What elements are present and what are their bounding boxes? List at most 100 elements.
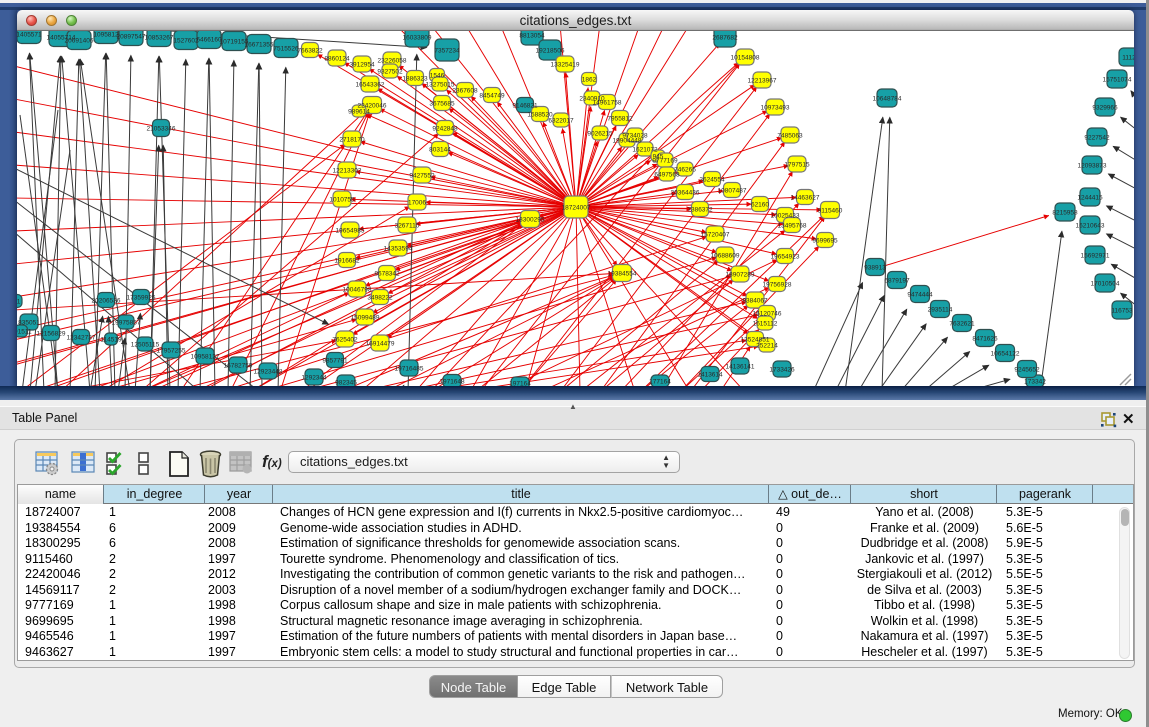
svg-text:9327502: 9327502 bbox=[377, 69, 403, 76]
svg-text:252214: 252214 bbox=[756, 343, 778, 350]
svg-text:7632621: 7632621 bbox=[949, 321, 975, 328]
svg-text:116753: 116753 bbox=[1111, 308, 1133, 315]
svg-text:19654923: 19654923 bbox=[771, 254, 800, 261]
svg-text:10807487: 10807487 bbox=[718, 188, 747, 195]
svg-text:1621072: 1621072 bbox=[632, 147, 658, 154]
svg-text:1916682: 1916682 bbox=[334, 258, 360, 265]
svg-text:114519: 114519 bbox=[100, 337, 122, 344]
svg-text:10958127: 10958127 bbox=[191, 354, 220, 361]
svg-text:331: 331 bbox=[17, 299, 21, 306]
svg-text:9242848: 9242848 bbox=[432, 126, 458, 133]
svg-text:16914479: 16914479 bbox=[366, 341, 395, 348]
svg-text:3624554: 3624554 bbox=[699, 177, 725, 184]
svg-text:7357234: 7357234 bbox=[434, 48, 460, 55]
svg-text:13495768: 13495768 bbox=[778, 223, 807, 230]
svg-text:7386372: 7386372 bbox=[687, 207, 713, 214]
svg-text:1797515: 1797515 bbox=[784, 162, 810, 169]
svg-text:19218506: 19218506 bbox=[536, 48, 565, 55]
svg-text:19716485: 19716485 bbox=[395, 366, 424, 373]
svg-text:13325419: 13325419 bbox=[551, 62, 580, 69]
svg-text:1244415: 1244415 bbox=[1077, 195, 1103, 202]
svg-text:20897547: 20897547 bbox=[117, 34, 146, 41]
svg-text:938913: 938913 bbox=[864, 265, 886, 272]
svg-text:12093873: 12093873 bbox=[1078, 163, 1107, 170]
svg-text:19756928: 19756928 bbox=[763, 282, 792, 289]
svg-text:9146821: 9146821 bbox=[512, 103, 538, 110]
svg-text:16033809: 16033809 bbox=[403, 35, 432, 42]
svg-text:1546: 1546 bbox=[430, 73, 445, 80]
svg-text:10046798: 10046798 bbox=[343, 287, 372, 294]
svg-text:10154808: 10154808 bbox=[731, 55, 760, 62]
svg-text:9427552: 9427552 bbox=[409, 173, 435, 180]
svg-text:1615112: 1615112 bbox=[753, 321, 778, 328]
svg-text:16120746: 16120746 bbox=[753, 311, 782, 318]
svg-text:20691406: 20691406 bbox=[65, 38, 94, 45]
svg-text:19654985: 19654985 bbox=[336, 228, 365, 235]
svg-text:16543362: 16543362 bbox=[356, 82, 385, 89]
svg-text:9474444: 9474444 bbox=[907, 292, 933, 299]
svg-text:9699695: 9699695 bbox=[812, 238, 838, 245]
svg-text:10025433: 10025433 bbox=[771, 213, 800, 220]
svg-text:12156829: 12156829 bbox=[37, 331, 66, 338]
svg-text:3675685: 3675685 bbox=[429, 101, 455, 108]
svg-text:7625402: 7625402 bbox=[332, 337, 358, 344]
svg-text:197164: 197164 bbox=[509, 381, 531, 387]
svg-text:16210643: 16210643 bbox=[1076, 223, 1105, 230]
svg-text:8860124: 8860124 bbox=[324, 56, 350, 63]
svg-text:9777169: 9777169 bbox=[652, 158, 678, 165]
svg-text:10853267: 10853267 bbox=[145, 35, 174, 42]
svg-text:8471626: 8471626 bbox=[972, 336, 998, 343]
svg-text:8813054: 8813054 bbox=[519, 33, 545, 40]
svg-text:23226058: 23226058 bbox=[378, 58, 407, 65]
svg-text:14136141: 14136141 bbox=[726, 364, 755, 371]
svg-text:803144: 803144 bbox=[429, 147, 451, 154]
svg-text:17006: 17006 bbox=[408, 200, 426, 207]
svg-text:3267110: 3267110 bbox=[395, 223, 420, 230]
svg-text:16671355: 16671355 bbox=[245, 42, 274, 49]
svg-text:10688609: 10688609 bbox=[711, 253, 740, 260]
svg-text:20206536: 20206536 bbox=[92, 298, 121, 305]
svg-text:16782759: 16782759 bbox=[224, 363, 253, 370]
svg-text:12213302: 12213302 bbox=[333, 168, 362, 175]
svg-text:10648784: 10648784 bbox=[873, 96, 902, 103]
svg-text:15720407: 15720407 bbox=[701, 232, 730, 239]
svg-text:12923448: 12923448 bbox=[254, 369, 283, 376]
svg-text:7515526: 7515526 bbox=[273, 46, 299, 53]
svg-text:8454749: 8454749 bbox=[479, 93, 505, 100]
svg-text:2687682: 2687682 bbox=[712, 35, 738, 42]
svg-text:14353594: 14353594 bbox=[384, 246, 413, 253]
svg-text:15099489: 15099489 bbox=[351, 315, 380, 322]
svg-text:20364436: 20364436 bbox=[671, 190, 700, 197]
svg-text:14961758: 14961758 bbox=[593, 100, 622, 107]
svg-text:9026215: 9026215 bbox=[587, 131, 613, 138]
svg-text:982345: 982345 bbox=[335, 380, 357, 387]
svg-text:6879197: 6879197 bbox=[884, 278, 910, 285]
svg-text:14463627: 14463627 bbox=[791, 195, 820, 202]
svg-text:13275015: 13275015 bbox=[426, 82, 455, 89]
svg-text:177164: 177164 bbox=[649, 379, 671, 386]
svg-text:835051: 835051 bbox=[18, 320, 40, 327]
svg-text:9384067: 9384067 bbox=[742, 298, 768, 305]
svg-text:18300295: 18300295 bbox=[516, 217, 545, 224]
svg-text:3498222: 3498222 bbox=[367, 295, 393, 302]
svg-text:1413614: 1413614 bbox=[697, 372, 723, 379]
svg-text:2718170: 2718170 bbox=[339, 137, 365, 144]
svg-text:15692971: 15692971 bbox=[1081, 253, 1110, 260]
svg-text:6497568: 6497568 bbox=[654, 172, 680, 179]
svg-text:62160: 62160 bbox=[751, 202, 769, 209]
svg-text:6466160: 6466160 bbox=[196, 37, 222, 44]
svg-text:1010755: 1010755 bbox=[329, 197, 355, 204]
svg-text:18724007: 18724007 bbox=[562, 205, 591, 212]
svg-text:9227542: 9227542 bbox=[1084, 135, 1110, 142]
svg-text:9245652: 9245652 bbox=[1014, 367, 1040, 374]
svg-text:15751074: 15751074 bbox=[1103, 77, 1132, 84]
svg-text:1886323: 1886323 bbox=[402, 76, 428, 83]
svg-text:18907289: 18907289 bbox=[726, 272, 755, 279]
svg-text:7485063: 7485063 bbox=[777, 133, 803, 140]
svg-text:21053346: 21053346 bbox=[147, 126, 176, 133]
svg-text:1095812: 1095812 bbox=[93, 32, 119, 39]
svg-text:19975857: 19975857 bbox=[112, 320, 141, 327]
svg-text:1527602: 1527602 bbox=[173, 38, 199, 45]
svg-text:12342737: 12342737 bbox=[67, 335, 96, 342]
svg-text:17010504: 17010504 bbox=[1091, 281, 1120, 288]
